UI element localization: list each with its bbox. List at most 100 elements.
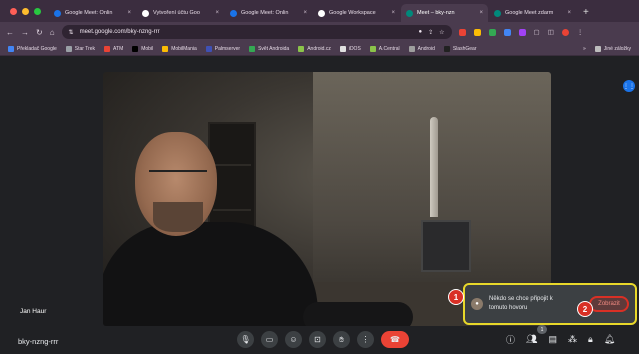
tab-title: Meet – bky-nzn — [417, 10, 455, 16]
browser-tab[interactable]: Google Meet: Onlin × — [225, 4, 312, 22]
address-bar[interactable]: ⇅ meet.google.com/bky-nzng-rrr ● ⇪ ☆ — [61, 25, 452, 39]
bookmark-item[interactable]: iDOS — [339, 45, 361, 52]
step-marker: 2 — [577, 301, 593, 317]
site-info-icon[interactable]: ⇅ — [69, 29, 74, 36]
step-marker: 1 — [448, 289, 464, 305]
url-text: meet.google.com/bky-nzng-rrr — [79, 29, 160, 35]
bookmark-item[interactable]: Palmserver — [205, 45, 241, 52]
share-icon[interactable]: ⇪ — [428, 29, 433, 36]
bookmark-label: A.Central — [378, 45, 400, 52]
bookmark-item[interactable]: SlashGear — [443, 45, 477, 52]
bookmark-favicon-icon — [65, 45, 72, 52]
extension-icon[interactable] — [473, 28, 481, 36]
browser-tab[interactable]: Meet – bky-nzn × — [401, 4, 488, 22]
bookmark-favicon-icon — [162, 45, 169, 52]
bookmarks-more-button[interactable]: » — [583, 46, 586, 52]
camera-icon[interactable]: ▭ — [261, 331, 278, 348]
tab-title: Google Meet: Onlin — [65, 10, 113, 16]
minimize-window-button[interactable] — [22, 8, 29, 15]
bookmark-favicon-icon — [8, 45, 14, 52]
tab-favicon-icon — [406, 9, 413, 17]
forward-icon[interactable]: → — [21, 28, 29, 37]
video-person-arm — [303, 302, 413, 326]
end-call-button[interactable]: ☎︎ — [381, 331, 409, 348]
profile-avatar[interactable] — [561, 28, 569, 36]
join-request-notification: ● Někdo se chce připojit k tomuto hovoru… — [463, 283, 637, 325]
extension-icon[interactable] — [458, 28, 466, 36]
new-tab-button[interactable]: + — [577, 7, 595, 22]
reload-icon[interactable]: ↻ — [36, 28, 43, 37]
tab-favicon-icon — [142, 9, 149, 17]
extension-icon[interactable] — [488, 28, 496, 36]
tab-close-icon[interactable]: × — [391, 10, 395, 16]
emoji-icon[interactable]: ☺ — [285, 331, 302, 348]
close-window-button[interactable] — [10, 8, 17, 15]
video-monitor — [421, 220, 471, 272]
tab-favicon-icon — [318, 9, 325, 17]
tab-favicon-icon — [230, 9, 237, 17]
video-person-glasses — [149, 170, 207, 182]
host-controls-icon[interactable]: 🔒︎ — [588, 334, 593, 345]
other-bookmarks-label: Jiné záložky — [603, 45, 631, 52]
people-icon[interactable]: 👥︎ — [526, 334, 537, 345]
present-screen-icon[interactable]: ⊡ — [309, 331, 326, 348]
microphone-icon[interactable]: 🎙︎ — [237, 331, 254, 348]
split-view-icon[interactable]: ◫ — [548, 28, 554, 36]
tab-close-icon[interactable]: × — [303, 10, 307, 16]
browser-tab[interactable]: Google Meet: Onlin × — [49, 4, 136, 22]
bookmark-item[interactable]: Star Trek — [65, 45, 95, 52]
tab-favicon-icon — [54, 9, 61, 17]
bookmark-label: ATM — [113, 45, 124, 52]
meeting-code: bky-nzng-rrr — [18, 337, 59, 346]
audio-activity-icon[interactable]: ⋮⋮ — [623, 80, 635, 92]
tab-close-icon[interactable]: × — [127, 10, 131, 16]
bookmark-item[interactable]: Mobil — [132, 45, 154, 52]
bookmark-item[interactable]: Překladač Google — [8, 45, 57, 52]
tab-title: Google Workspace — [329, 10, 376, 16]
bookmark-item[interactable]: ATM — [104, 45, 124, 52]
extension-icon[interactable] — [503, 28, 511, 36]
video-person-beard — [153, 202, 203, 232]
browser-tab[interactable]: Vytvoření účtu Goo × — [137, 4, 224, 22]
tab-title: Vytvoření účtu Goo — [153, 10, 200, 16]
bookmark-favicon-icon — [132, 45, 139, 52]
window-controls — [0, 8, 49, 22]
maximize-window-button[interactable] — [34, 8, 41, 15]
folder-icon — [594, 45, 601, 52]
browser-tab[interactable]: Google Workspace × — [313, 4, 400, 22]
more-options-icon[interactable]: ⋮ — [357, 331, 374, 348]
bookmark-label: Mobil — [141, 45, 154, 52]
camera-permission-icon[interactable]: ● — [419, 29, 423, 35]
bookmark-item[interactable]: A.Central — [369, 45, 400, 52]
home-icon[interactable]: ⌂ — [50, 28, 55, 37]
join-request-message: Někdo se chce připojit k tomuto hovoru — [489, 296, 553, 311]
bookmark-star-icon[interactable]: ☆ — [439, 29, 444, 36]
browser-tab[interactable]: Google Meet zdarm × — [489, 4, 576, 22]
notification-bell-icon[interactable]: 🔔︎ — [604, 334, 615, 345]
tab-close-icon[interactable]: × — [215, 10, 219, 16]
menu-icon[interactable]: ⋮ — [577, 28, 584, 36]
bookmark-label: Překladač Google — [17, 45, 57, 52]
activities-icon[interactable]: ⁂ — [568, 334, 577, 345]
tab-strip: Google Meet: Onlin × Vytvoření účtu Goo × Go… — [0, 0, 639, 22]
other-bookmarks-folder[interactable]: Jiné záložky — [594, 45, 631, 52]
bookmark-item[interactable]: Svět Androida — [249, 45, 289, 52]
bookmark-item[interactable]: Android — [408, 45, 435, 52]
chat-icon[interactable]: ▤ — [548, 334, 557, 345]
tab-close-icon[interactable]: × — [479, 10, 483, 16]
back-icon[interactable]: ← — [6, 28, 14, 37]
extension-icon[interactable] — [518, 28, 526, 36]
raise-hand-icon[interactable]: ✋︎ — [333, 331, 350, 348]
bookmark-favicon-icon — [443, 45, 450, 52]
bookmark-item[interactable]: MobilMania — [162, 45, 197, 52]
bookmark-label: Palmserver — [214, 45, 241, 52]
show-request-button[interactable]: Zobrazit — [589, 296, 629, 312]
bookmark-item[interactable]: Android.cz — [298, 45, 331, 52]
tab-close-icon[interactable]: × — [567, 10, 571, 16]
bookmark-label: SlashGear — [452, 45, 477, 52]
video-rocket-model — [430, 117, 438, 217]
bookmarks-bar: Překladač Google Star Trek ATM Mobil MobilMa… — [0, 42, 639, 56]
meeting-details-icon[interactable]: ⓘ — [506, 333, 515, 346]
sidebar-icon[interactable]: ▢ — [534, 28, 540, 36]
tab-title: Google Meet: Onlin — [241, 10, 289, 16]
